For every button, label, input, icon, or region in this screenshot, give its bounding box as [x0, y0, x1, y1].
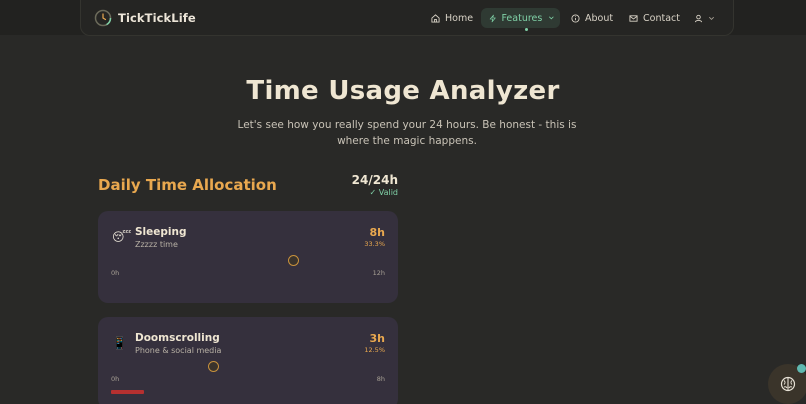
slider-min-label: 0h: [111, 269, 120, 277]
chevron-down-icon: [549, 16, 555, 20]
hours-slider[interactable]: [111, 361, 385, 372]
nav-about-label: About: [585, 12, 614, 24]
home-icon: [431, 13, 440, 23]
total-hours: 24/24h: [351, 173, 398, 187]
activity-name: Doomscrolling: [135, 332, 220, 344]
activity-percent: 33.3%: [364, 240, 385, 248]
slider-thumb[interactable]: [288, 255, 300, 266]
page-subtitle: Let's see how you really spend your 24 h…: [237, 119, 577, 147]
activity-card-sleeping: 😴 Sleeping Zzzzz time 8h 33.3% 0h 12h: [98, 211, 398, 303]
nav-features-label: Features: [501, 12, 543, 24]
nav-home-label: Home: [445, 12, 474, 24]
sleeping-face-icon: 😴: [112, 230, 132, 244]
activity-card-doomscrolling: 📱 Doomscrolling Phone & social media 3h …: [98, 317, 398, 404]
hours-slider[interactable]: [111, 255, 385, 266]
warning-bar: [111, 390, 144, 394]
slider-max-label: 8h: [376, 375, 385, 383]
activity-hours: 3h: [369, 332, 386, 345]
brand-name: TickTickLife: [118, 11, 196, 25]
clock-logo-icon: [94, 9, 112, 27]
navbar: TickTickLife Home Features About Contact: [80, 0, 734, 36]
slider-max-label: 12h: [372, 269, 385, 277]
mail-icon: [629, 14, 638, 22]
active-indicator: [525, 28, 528, 31]
page-title: Time Usage Analyzer: [246, 76, 560, 106]
activity-hours: 8h: [369, 226, 386, 239]
slider-thumb[interactable]: [208, 361, 220, 372]
chevron-down-icon: [709, 16, 714, 20]
nav-contact[interactable]: Contact: [629, 8, 680, 28]
slider-min-label: 0h: [111, 375, 120, 383]
nav-home[interactable]: Home: [431, 8, 473, 28]
nav-features[interactable]: Features: [481, 8, 560, 31]
valid-badge: ✓ Valid: [369, 188, 398, 197]
mobile-phone-icon: 📱: [112, 336, 127, 350]
activity-description: Zzzzz time: [135, 240, 178, 249]
info-icon: [571, 13, 580, 23]
nav-contact-label: Contact: [643, 12, 680, 24]
notification-dot: [797, 364, 806, 373]
activity-percent: 12.5%: [364, 346, 385, 354]
section-title: Daily Time Allocation: [98, 176, 277, 194]
user-icon: [694, 14, 703, 22]
activity-description: Phone & social media: [135, 346, 222, 355]
nav-about[interactable]: About: [571, 8, 613, 28]
activity-name: Sleeping: [135, 226, 187, 238]
user-menu[interactable]: [694, 8, 720, 28]
zap-icon: [489, 14, 496, 22]
brand[interactable]: TickTickLife: [94, 9, 196, 27]
